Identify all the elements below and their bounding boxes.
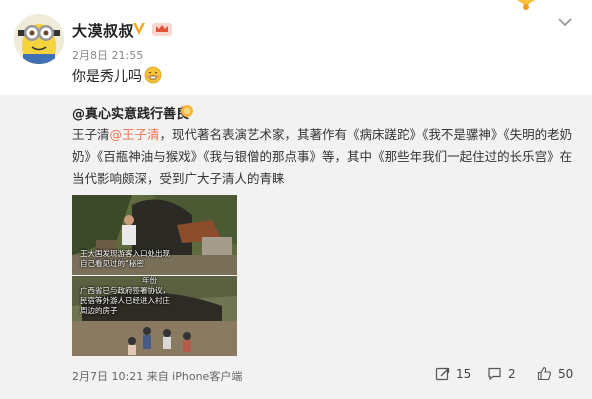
thumbs-up-icon	[537, 366, 551, 381]
work-title: 《我不是骡神》	[422, 127, 504, 142]
repost-photo-2[interactable]: 年份 广西省已与政府签署协议， 民宿等外游人已经进入村庄 周边的房子	[72, 276, 237, 356]
featured-work-title: 《那些年我们一起住过的长乐宫》	[372, 149, 560, 164]
repost-body-after: 等，其中	[322, 149, 373, 164]
repost-button[interactable]: 15	[435, 366, 471, 381]
work-title: 《百瓶神油与猴戏》	[97, 149, 204, 164]
crown-member-icon[interactable]	[151, 21, 173, 37]
v-badge-icon	[133, 23, 145, 35]
post-text: 你是秀儿吗	[72, 66, 162, 86]
repost-body-prefix: 王子清	[72, 127, 110, 142]
shy-face-emoji-icon	[144, 66, 162, 84]
chevron-down-icon[interactable]	[557, 16, 573, 28]
post-text-content: 你是秀儿吗	[72, 69, 142, 85]
repost-icon	[435, 367, 450, 381]
comment-icon	[488, 367, 501, 381]
avatar[interactable]	[14, 14, 64, 64]
work-title: 《我与银僧的那点事》	[203, 149, 323, 164]
comment-button[interactable]: 2	[487, 366, 516, 381]
like-button[interactable]: 50	[537, 366, 573, 381]
repost-body-middle: ，现代著名表演艺术家，其著作有	[159, 127, 348, 142]
weibo-post-card: 大漠叔叔 2月8日 21:55 你是秀儿吗 @真心实意践行善良 王子清@王子清，…	[0, 0, 592, 399]
author-name[interactable]: 大漠叔叔	[72, 20, 134, 41]
comment-count: 2	[508, 366, 516, 381]
minion-avatar-icon	[14, 14, 64, 64]
repost-photo-1[interactable]: 王大国发现游客入口处出现 自己看见过的“秘密	[72, 195, 237, 275]
mention-link[interactable]: @王子清	[110, 127, 160, 142]
post-timestamp[interactable]: 2月8日 21:55	[72, 47, 143, 63]
repost-timestamp[interactable]: 2月7日 10:21 来自 iPhone客户端	[72, 368, 242, 384]
repost-author[interactable]: @真心实意践行善良	[72, 103, 189, 122]
ribbon-decor-icon	[517, 0, 535, 10]
repost-count: 15	[456, 366, 472, 381]
repost-body: 王子清@王子清，现代著名表演艺术家，其著作有《病床蹉跎》《我不是骡神》《失明的老…	[72, 124, 577, 190]
medal-icon	[181, 105, 193, 117]
repost-container: @真心实意践行善良 王子清@王子清，现代著名表演艺术家，其著作有《病床蹉跎》《我…	[0, 95, 592, 399]
photo-2-caption-top: 年份	[142, 276, 157, 285]
like-count: 50	[558, 366, 574, 381]
work-title: 《病床蹉跎》	[347, 127, 423, 142]
photo-2-caption: 广西省已与政府签署协议， 民宿等外游人已经进入村庄 周边的房子	[80, 286, 170, 315]
photo-1-caption: 王大国发现游客入口处出现 自己看见过的“秘密	[80, 249, 170, 268]
